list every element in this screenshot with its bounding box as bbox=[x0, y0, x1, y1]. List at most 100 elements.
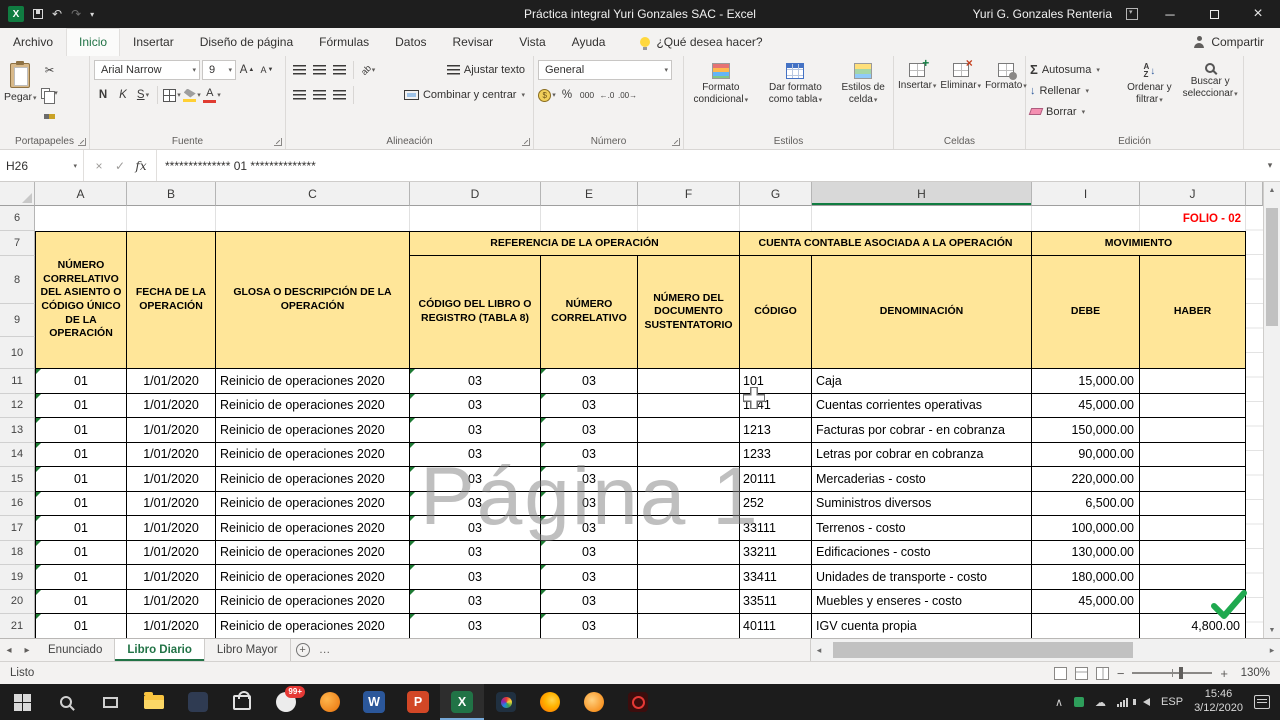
cell-G6[interactable] bbox=[740, 206, 812, 231]
cell-H20[interactable]: Muebles y enseres - costo bbox=[812, 590, 1032, 615]
cell-G13[interactable]: 1213 bbox=[740, 418, 812, 443]
cell-B11[interactable]: 1/01/2020 bbox=[127, 369, 216, 394]
cell-F21[interactable] bbox=[638, 614, 740, 638]
cell-F16[interactable] bbox=[638, 492, 740, 517]
cell-A17[interactable]: 01 bbox=[35, 516, 127, 541]
cell-I18[interactable]: 130,000.00 bbox=[1032, 541, 1140, 566]
decrease-decimal-button[interactable]: .00→ bbox=[618, 85, 637, 105]
cell-A15[interactable]: 01 bbox=[35, 467, 127, 492]
accounting-format-button[interactable]: $▾ bbox=[538, 85, 556, 105]
task-view-button[interactable] bbox=[88, 684, 132, 720]
zoom-slider-thumb[interactable] bbox=[1179, 667, 1183, 679]
cell-J13[interactable] bbox=[1140, 418, 1246, 443]
cell-styles-button[interactable]: Estilos de celda▾ bbox=[837, 60, 889, 133]
format-cells-button[interactable]: Formato▾ bbox=[985, 60, 1027, 133]
row-header-12[interactable]: 12 bbox=[0, 394, 35, 419]
cell-D6[interactable] bbox=[410, 206, 541, 231]
header-referencia-group[interactable]: REFERENCIA DE LA OPERACIÓN bbox=[410, 231, 740, 256]
cell-H13[interactable]: Facturas por cobrar - en cobranza bbox=[812, 418, 1032, 443]
number-format-select[interactable]: General▾ bbox=[538, 60, 672, 80]
horizontal-scroll-thumb[interactable] bbox=[833, 642, 1133, 658]
formula-bar-expand-button[interactable]: ▾ bbox=[1260, 150, 1280, 181]
cell-G18[interactable]: 33211 bbox=[740, 541, 812, 566]
underline-button[interactable]: S▾ bbox=[134, 85, 152, 105]
tray-app-icon[interactable] bbox=[1074, 697, 1084, 707]
cell-A11[interactable]: 01 bbox=[35, 369, 127, 394]
cell-I13[interactable]: 150,000.00 bbox=[1032, 418, 1140, 443]
cell-E20[interactable]: 03 bbox=[541, 590, 638, 615]
cell-G21[interactable]: 40111 bbox=[740, 614, 812, 638]
zoom-level[interactable]: 130% bbox=[1236, 667, 1270, 679]
cell-G15[interactable]: 20111 bbox=[740, 467, 812, 492]
cell-A14[interactable]: 01 bbox=[35, 443, 127, 468]
cell-F11[interactable] bbox=[638, 369, 740, 394]
page-layout-view-button[interactable] bbox=[1075, 667, 1088, 680]
align-left-button[interactable] bbox=[290, 85, 308, 105]
row-header-11[interactable]: 11 bbox=[0, 369, 35, 394]
cell-I12[interactable]: 45,000.00 bbox=[1032, 394, 1140, 419]
autosum-button[interactable]: ΣAutosuma▾ bbox=[1030, 60, 1117, 79]
page-break-view-button[interactable] bbox=[1096, 667, 1109, 680]
cell-B6[interactable] bbox=[127, 206, 216, 231]
cell-I14[interactable]: 90,000.00 bbox=[1032, 443, 1140, 468]
hidden-icons-button[interactable]: ∧ bbox=[1055, 696, 1063, 709]
enter-entry-button[interactable]: ✓ bbox=[111, 159, 129, 173]
cell-D14[interactable]: 03 bbox=[410, 443, 541, 468]
word-button[interactable]: W bbox=[352, 684, 396, 720]
save-button[interactable] bbox=[33, 9, 43, 19]
cell-I21[interactable] bbox=[1032, 614, 1140, 638]
network-icon[interactable] bbox=[1117, 697, 1128, 707]
row-header-8[interactable]: 8 bbox=[0, 256, 35, 304]
cell-C19[interactable]: Reinicio de operaciones 2020 bbox=[216, 565, 410, 590]
column-header-E[interactable]: E bbox=[541, 182, 638, 206]
sheet-nav-right[interactable]: ▸ bbox=[18, 639, 36, 661]
file-explorer-button[interactable] bbox=[132, 684, 176, 720]
header-glosa[interactable]: GLOSA O DESCRIPCIÓN DE LA OPERACIÓN bbox=[216, 231, 410, 369]
cell-B16[interactable]: 1/01/2020 bbox=[127, 492, 216, 517]
account-name[interactable]: Yuri G. Gonzales Renteria bbox=[973, 7, 1112, 21]
cell-H12[interactable]: Cuentas corrientes operativas bbox=[812, 394, 1032, 419]
cell-B20[interactable]: 1/01/2020 bbox=[127, 590, 216, 615]
align-right-button[interactable] bbox=[330, 85, 348, 105]
scroll-down-arrow[interactable]: ▼ bbox=[1264, 622, 1280, 638]
tell-me-search[interactable]: ¿Qué desea hacer? bbox=[640, 28, 762, 56]
cell-F18[interactable] bbox=[638, 541, 740, 566]
cell-A6[interactable] bbox=[35, 206, 127, 231]
cell-G14[interactable]: 1233 bbox=[740, 443, 812, 468]
cell-E19[interactable]: 03 bbox=[541, 565, 638, 590]
scroll-right-arrow[interactable]: ▸ bbox=[1264, 645, 1280, 656]
cell-H14[interactable]: Letras por cobrar en cobranza bbox=[812, 443, 1032, 468]
row-header-19[interactable]: 19 bbox=[0, 565, 35, 590]
align-center-button[interactable] bbox=[310, 85, 328, 105]
scroll-up-arrow[interactable]: ▲ bbox=[1264, 182, 1280, 198]
firefox-button[interactable] bbox=[528, 684, 572, 720]
align-bottom-button[interactable] bbox=[330, 60, 348, 80]
scroll-left-arrow[interactable]: ◂ bbox=[811, 645, 827, 656]
cell-C16[interactable]: Reinicio de operaciones 2020 bbox=[216, 492, 410, 517]
cell-B18[interactable]: 1/01/2020 bbox=[127, 541, 216, 566]
row-header-21[interactable]: 21 bbox=[0, 614, 35, 638]
cell-B19[interactable]: 1/01/2020 bbox=[127, 565, 216, 590]
header-numero-correlativo[interactable]: NÚMERO CORRELATIVO DEL ASIENTO O CÓDIGO … bbox=[35, 231, 127, 369]
cell-G17[interactable]: 33111 bbox=[740, 516, 812, 541]
cut-button[interactable]: ✂ bbox=[41, 60, 59, 80]
grow-font-button[interactable]: A▲ bbox=[238, 60, 256, 80]
qat-customize-button[interactable]: ▾ bbox=[90, 10, 94, 19]
cell-I17[interactable]: 100,000.00 bbox=[1032, 516, 1140, 541]
tab-insertar[interactable]: Insertar bbox=[120, 28, 187, 56]
excel-taskbar-button[interactable]: X bbox=[440, 684, 484, 720]
cell-E16[interactable]: 03 bbox=[541, 492, 638, 517]
number-dialog-launcher[interactable] bbox=[672, 138, 680, 146]
column-header-H[interactable]: H bbox=[812, 182, 1032, 206]
cell-D19[interactable]: 03 bbox=[410, 565, 541, 590]
column-header-A[interactable]: A bbox=[35, 182, 127, 206]
cell-E11[interactable]: 03 bbox=[541, 369, 638, 394]
ribbon-display-options-icon[interactable] bbox=[1126, 8, 1138, 20]
tab-datos[interactable]: Datos bbox=[382, 28, 439, 56]
font-dialog-launcher[interactable] bbox=[274, 138, 282, 146]
cell-F17[interactable] bbox=[638, 516, 740, 541]
font-color-button[interactable]: A▾ bbox=[203, 85, 221, 105]
tab-inicio[interactable]: Inicio bbox=[66, 28, 120, 56]
normal-view-button[interactable] bbox=[1054, 667, 1067, 680]
cell-F15[interactable] bbox=[638, 467, 740, 492]
